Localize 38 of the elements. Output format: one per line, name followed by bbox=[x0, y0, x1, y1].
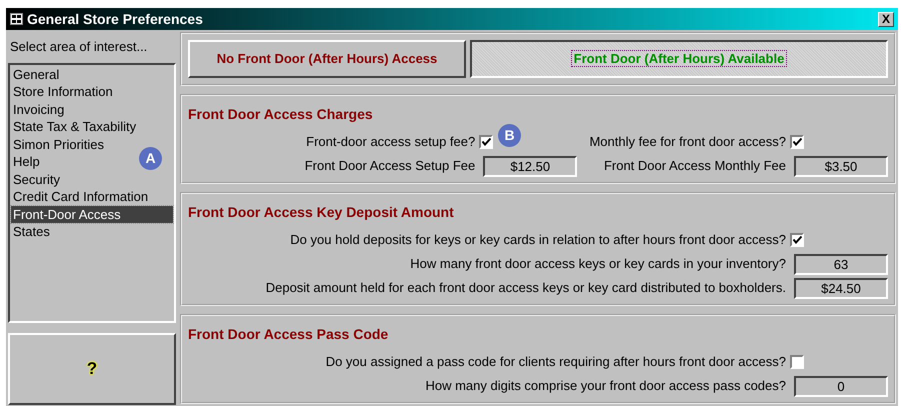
field-label: How many front door access keys or key cards in your inventory? bbox=[410, 255, 786, 274]
input-field[interactable]: 63 bbox=[794, 254, 888, 274]
section-title: Front Door Access Key Deposit Amount bbox=[188, 203, 455, 222]
checkbox[interactable] bbox=[479, 135, 494, 149]
field-label: Deposit amount held for each front door access keys or key card distributed to boxholders. bbox=[266, 279, 786, 298]
list-item[interactable]: Invoicing bbox=[11, 100, 64, 118]
list-item[interactable]: Simon Priorities bbox=[11, 136, 104, 153]
list-item[interactable]: Store Information bbox=[11, 83, 113, 100]
field-label: Front Door Access Monthly Fee bbox=[604, 157, 786, 176]
section-title: Front Door Access Charges bbox=[188, 105, 374, 124]
checkbox[interactable] bbox=[790, 135, 804, 149]
list-item[interactable]: State Tax & Taxability bbox=[11, 118, 136, 136]
input-field[interactable]: $24.50 bbox=[794, 278, 888, 298]
field-label: Do you hold deposits for keys or key cards in relation to after hours front door access? bbox=[290, 231, 786, 250]
close-button[interactable]: X bbox=[878, 12, 894, 26]
input-field[interactable]: $3.50 bbox=[794, 156, 888, 176]
list-item[interactable]: Security bbox=[11, 170, 60, 188]
window-title: General Store Preferences bbox=[27, 10, 203, 28]
list-item[interactable]: Credit Card Information bbox=[11, 188, 148, 206]
field-label: Front-door access setup fee? bbox=[306, 133, 476, 152]
list-item[interactable]: Front-Door Access bbox=[11, 206, 173, 223]
checkbox[interactable] bbox=[790, 233, 804, 247]
list-item[interactable]: General bbox=[11, 66, 60, 83]
list-item[interactable]: Help bbox=[11, 153, 40, 170]
section-title: Front Door Access Pass Code bbox=[188, 325, 390, 344]
input-field[interactable]: 0 bbox=[794, 376, 888, 396]
field-label: Monthly fee for front door access? bbox=[589, 133, 786, 152]
field-label: Do you assigned a pass code for clients requiring after hours front door access? bbox=[326, 353, 786, 372]
form-icon bbox=[10, 13, 23, 25]
input-field[interactable]: $12.50 bbox=[483, 156, 578, 176]
callout-marker: B bbox=[498, 124, 521, 147]
checkbox[interactable] bbox=[790, 355, 804, 369]
list-item[interactable]: States bbox=[11, 223, 50, 240]
toggle-button[interactable]: No Front Door (After Hours) Access bbox=[188, 40, 466, 78]
field-label: Front Door Access Setup Fee bbox=[304, 157, 476, 176]
sidebar-label: Select area of interest... bbox=[9, 38, 148, 56]
field-label: How many digits comprise your front door access pass codes? bbox=[425, 377, 786, 396]
help-button[interactable]: ? bbox=[8, 332, 176, 404]
